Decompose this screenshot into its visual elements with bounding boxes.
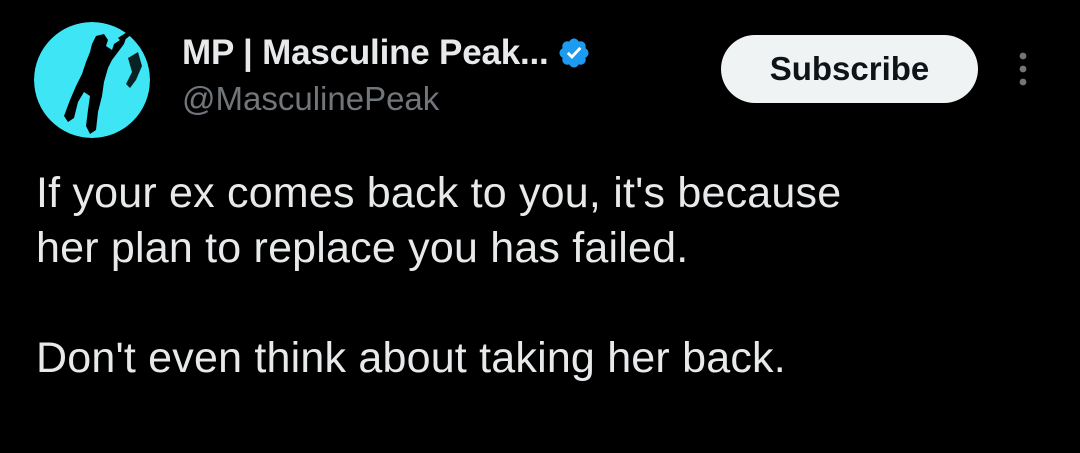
subscribe-button[interactable]: Subscribe bbox=[721, 35, 978, 103]
display-name[interactable]: MP | Masculine Peak... bbox=[182, 33, 549, 73]
more-options-button[interactable] bbox=[1005, 46, 1041, 92]
more-vertical-icon bbox=[1019, 52, 1027, 86]
climber-silhouette-icon bbox=[34, 22, 150, 138]
tweet-text-line: If your ex comes back to you, it's becau… bbox=[36, 169, 842, 217]
tweet-text: If your ex comes back to you, it's becau… bbox=[36, 166, 1046, 386]
verified-badge-icon bbox=[557, 36, 591, 70]
tweet-text-line: her plan to replace you has failed. bbox=[36, 224, 689, 272]
avatar[interactable] bbox=[34, 22, 150, 138]
user-info[interactable]: MP | Masculine Peak... @MasculinePeak bbox=[182, 30, 591, 118]
display-name-row: MP | Masculine Peak... bbox=[182, 30, 591, 76]
user-handle[interactable]: @MasculinePeak bbox=[182, 80, 591, 118]
tweet-text-line: Don't even think about taking her back. bbox=[36, 334, 786, 382]
tweet-card: MP | Masculine Peak... @MasculinePeak Su… bbox=[0, 0, 1080, 453]
